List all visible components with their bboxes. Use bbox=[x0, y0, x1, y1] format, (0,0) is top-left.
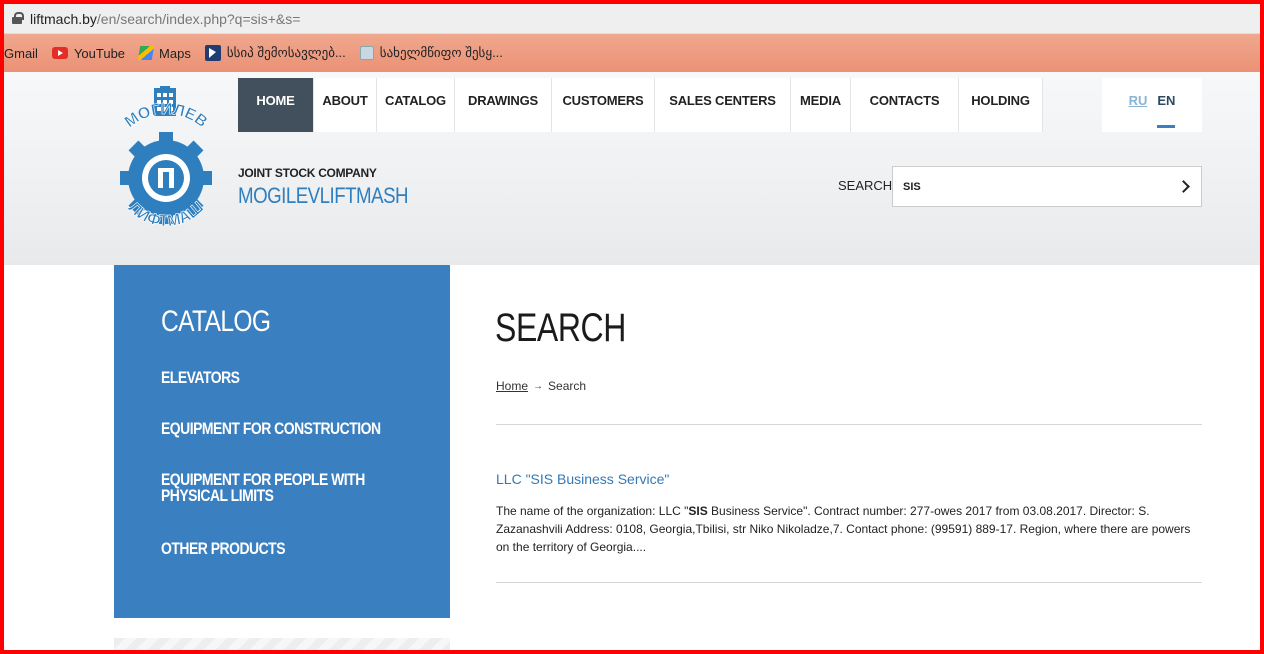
bookmarks-bar: Gmail YouTube Maps სსიპ შემოსავლებ... სა… bbox=[4, 34, 1260, 72]
bookmark-youtube[interactable]: YouTube bbox=[51, 34, 126, 72]
nav-item-about[interactable]: ABOUT bbox=[314, 78, 377, 132]
arrow-right-icon: → bbox=[533, 380, 544, 392]
snippet-text: The name of the organization: LLC " bbox=[496, 504, 689, 518]
nav-item-home[interactable]: HOME bbox=[238, 78, 314, 132]
sidebar-title: CATALOG bbox=[161, 305, 271, 338]
nav-item-sales-centers[interactable]: SALES CENTERS bbox=[655, 78, 791, 132]
nav-item-drawings[interactable]: DRAWINGS bbox=[455, 78, 552, 132]
breadcrumb-current: Search bbox=[548, 379, 587, 393]
nav-item-customers[interactable]: CUSTOMERS bbox=[552, 78, 655, 132]
breadcrumb-home-link[interactable]: Home bbox=[496, 379, 528, 393]
page-title: SEARCH bbox=[495, 306, 626, 350]
nav-item-contacts[interactable]: CONTACTS bbox=[851, 78, 959, 132]
bookmark-procurement[interactable]: სახელმწიფო შესყ... bbox=[359, 34, 503, 72]
address-path: /en/search/index.php?q=sis+&s= bbox=[96, 10, 301, 27]
address-bar[interactable]: liftmach.by/en/search/index.php?q=sis+&s… bbox=[4, 4, 1260, 34]
sidebar-item-elevators[interactable]: ELEVATORS bbox=[161, 369, 464, 386]
company-subtitle: JOINT STOCK COMPANY bbox=[238, 166, 377, 180]
breadcrumb: Home → Search bbox=[496, 379, 586, 393]
bookmark-label: Gmail bbox=[4, 45, 38, 61]
company-logo[interactable]: МОГИЛЕВ ЛИФТМАШ bbox=[104, 86, 228, 262]
divider bbox=[496, 424, 1202, 425]
gov-icon bbox=[359, 46, 374, 60]
maps-icon bbox=[139, 46, 153, 60]
sidebar-item-other-products[interactable]: OTHER PRODUCTS bbox=[161, 540, 464, 557]
catalog-sidebar: CATALOG ELEVATORS EQUIPMENT FOR CONSTRUC… bbox=[114, 265, 450, 618]
bookmark-revenue-service[interactable]: სსიპ შემოსავლებ... bbox=[204, 34, 346, 72]
bookmark-label: YouTube bbox=[73, 45, 126, 61]
lock-icon bbox=[12, 12, 24, 24]
search-label: SEARCH bbox=[838, 178, 893, 193]
svg-text:МОГИЛЕВ: МОГИЛЕВ bbox=[122, 101, 210, 131]
divider bbox=[496, 582, 1202, 583]
language-switcher: RU EN bbox=[1102, 78, 1202, 132]
main-nav: HOME ABOUT CATALOG DRAWINGS CUSTOMERS SALES C… bbox=[238, 78, 1043, 132]
nav-item-catalog[interactable]: CATALOG bbox=[377, 78, 455, 132]
nav-item-media[interactable]: MEDIA bbox=[791, 78, 851, 132]
search-input[interactable] bbox=[903, 167, 1163, 206]
search-box bbox=[892, 166, 1202, 207]
sidebar-item-physical-limits[interactable]: EQUIPMENT FOR PEOPLE WITH PHYSICAL LIMIT… bbox=[161, 471, 432, 504]
sidebar-decor-stripe bbox=[114, 638, 450, 654]
bookmark-label: სახელმწიფო შესყ... bbox=[379, 45, 503, 60]
chevron-right-icon[interactable] bbox=[1177, 179, 1191, 193]
youtube-icon bbox=[51, 47, 68, 59]
bookmark-label: სსიპ შემოსავლებ... bbox=[226, 45, 346, 60]
bookmark-label: Maps bbox=[159, 45, 191, 61]
sidebar-item-construction[interactable]: EQUIPMENT FOR CONSTRUCTION bbox=[161, 420, 464, 437]
bookmark-gmail[interactable]: Gmail bbox=[4, 34, 38, 72]
bookmark-maps[interactable]: Maps bbox=[139, 34, 191, 72]
company-name[interactable]: MOGILEVLIFTMASH bbox=[238, 183, 409, 209]
address-host: liftmach.by bbox=[30, 10, 97, 27]
search-result-title[interactable]: LLC "SIS Business Service" bbox=[496, 471, 669, 487]
nav-item-holding[interactable]: HOLDING bbox=[959, 78, 1043, 132]
lang-en-link[interactable]: EN bbox=[1157, 93, 1176, 132]
cursor-icon bbox=[204, 45, 221, 61]
snippet-highlight: SIS bbox=[688, 504, 708, 518]
logo-text-top: МОГИЛЕВ bbox=[122, 101, 211, 132]
search-result-snippet: The name of the organization: LLC "SIS B… bbox=[496, 502, 1202, 556]
lang-ru-link[interactable]: RU bbox=[1129, 93, 1148, 132]
